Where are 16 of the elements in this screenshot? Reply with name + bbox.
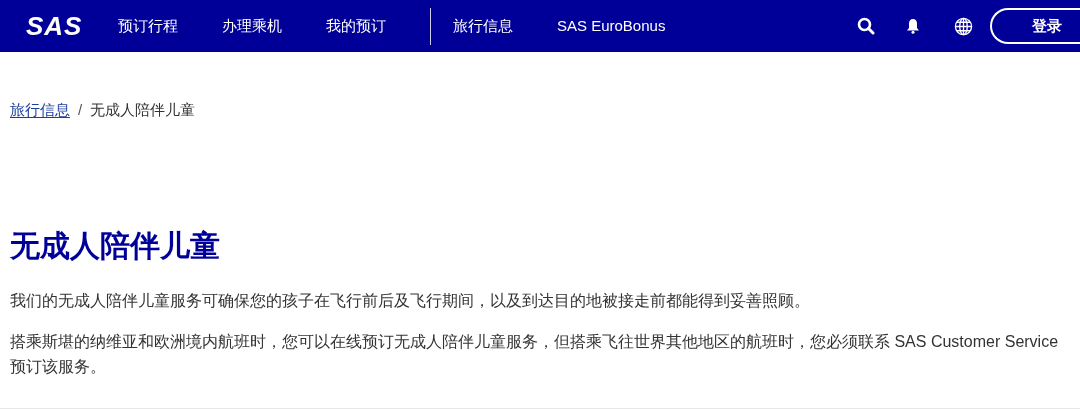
nav-link[interactable]: 旅行信息 bbox=[453, 14, 513, 38]
login-button[interactable]: 登录 bbox=[990, 8, 1080, 44]
search-icon[interactable] bbox=[857, 17, 875, 35]
breadcrumb-link[interactable]: 旅行信息 bbox=[10, 99, 70, 122]
nav-link[interactable]: 办理乘机 bbox=[222, 14, 282, 38]
bell-icon[interactable] bbox=[906, 18, 920, 34]
breadcrumb-separator: / bbox=[78, 100, 83, 120]
body-paragraph: 我们的无成人陪伴儿童服务可确保您的孩子在飞行前后及飞行期间，以及到达目的地被接走前都能得到妥善照顾。 bbox=[10, 291, 811, 311]
nav-link[interactable]: SAS EuroBonus bbox=[557, 14, 666, 38]
nav-link[interactable]: 我的预订 bbox=[326, 14, 386, 38]
body-paragraph: 搭乘斯堪的纳维亚和欧洲境内航班时，您可以在线预订无成人陪伴儿童服务，但搭乘飞往世界其他地区的航班时，您必须联系 SAS Customer Service 预订该服务。 bbox=[10, 332, 1060, 377]
breadcrumb-current: 无成人陪伴儿童 bbox=[90, 100, 196, 120]
page-title: 无成人陪伴儿童 bbox=[10, 227, 221, 264]
globe-icon[interactable] bbox=[954, 16, 973, 36]
sas-logo[interactable]: SAS bbox=[26, 13, 96, 39]
nav-link[interactable]: 预订行程 bbox=[118, 14, 178, 38]
